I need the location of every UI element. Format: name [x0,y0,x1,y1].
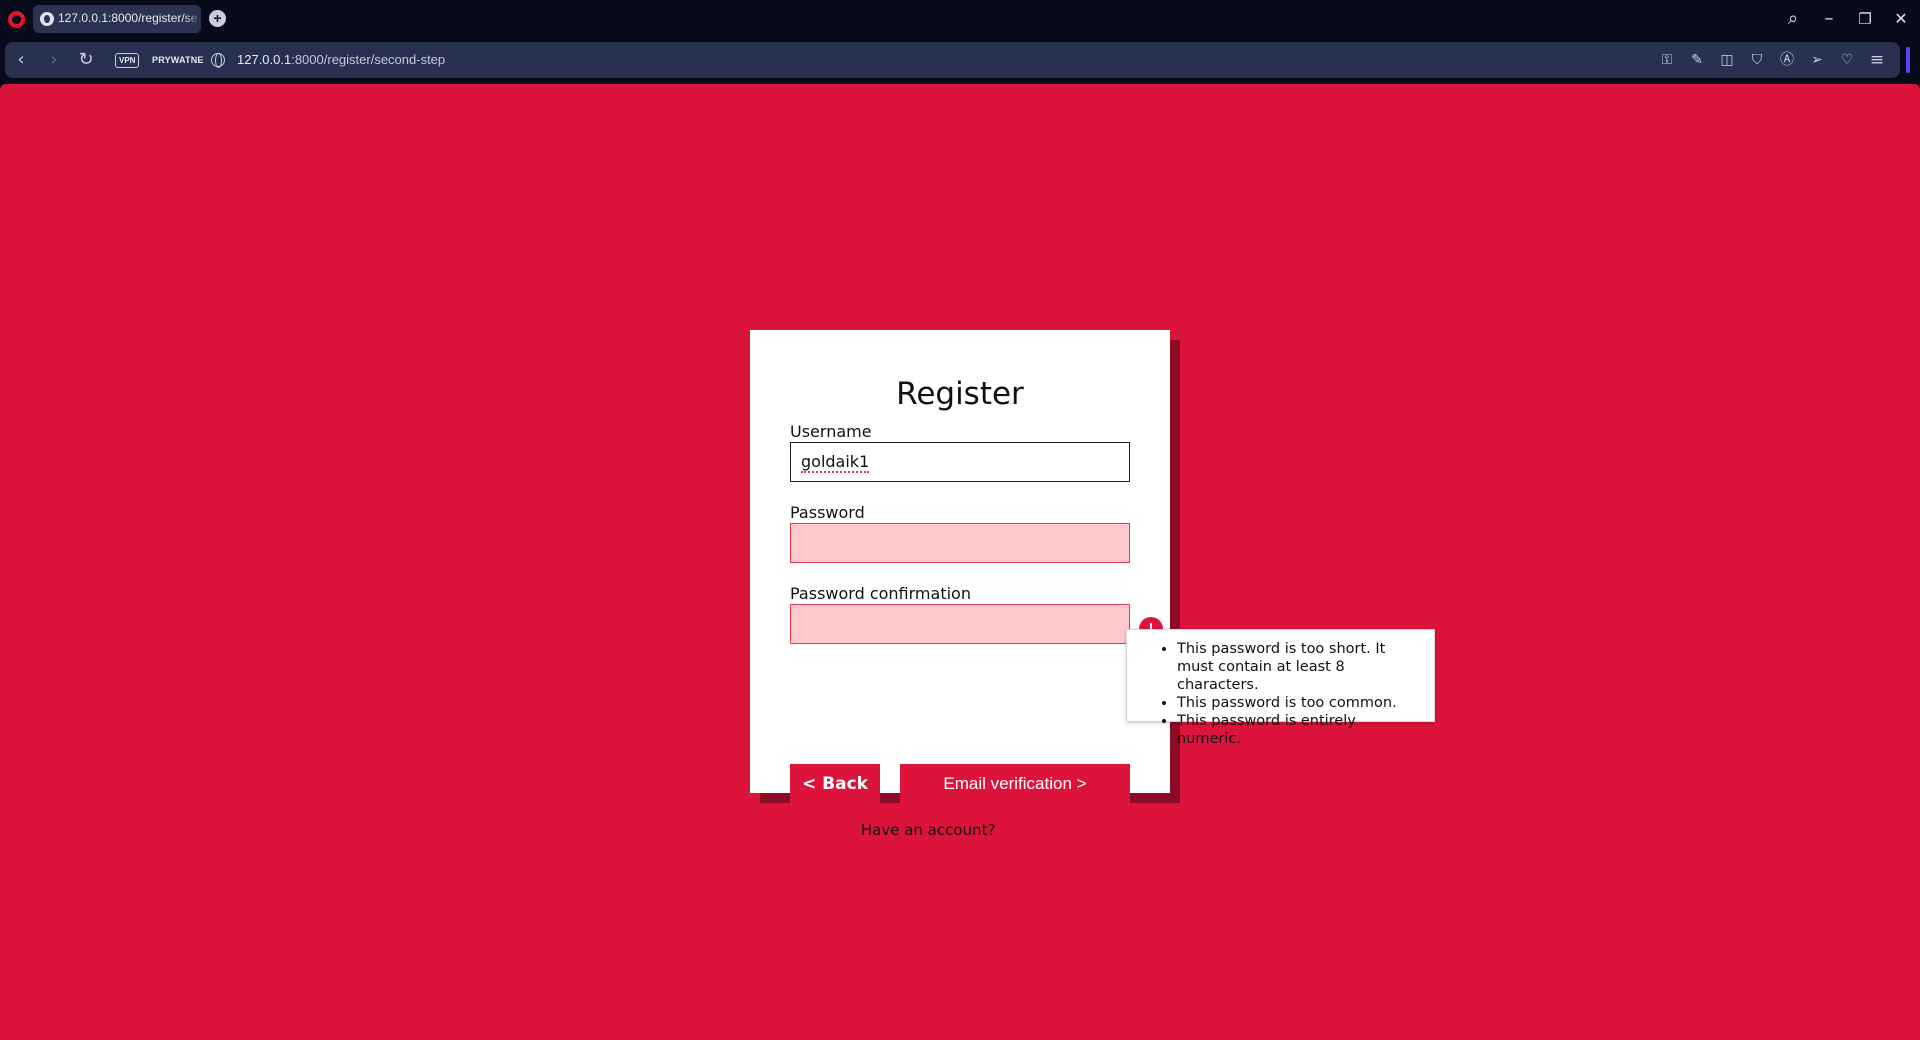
login-link[interactable]: Login in [1000,821,1059,839]
back-button[interactable]: < Back [790,764,880,804]
browser-title-bar: 127.0.0.1:8000/register/second-step + ⌕ … [0,0,1920,40]
error-item: This password is too common. [1177,694,1422,712]
login-prompt: Have an account? Login in [750,820,1170,840]
chevron-left-icon[interactable]: ‹ [11,50,31,70]
url-host: 127.0.0.1 [237,52,292,67]
send-icon[interactable]: ➢ [1808,51,1826,69]
username-field[interactable]: goldaik1 [790,442,1130,482]
username-label: Username [790,422,872,441]
search-icon[interactable]: ⌕ [1780,8,1806,30]
restore-icon[interactable]: ❐ [1852,8,1878,30]
password-confirmation-label: Password confirmation [790,584,971,603]
browser-toolbar: ‹ › ↻ VPN PRYWATNE 127.0.0.1:8000/regist… [0,40,1920,82]
plus-icon[interactable]: + [209,10,226,27]
shield-icon[interactable]: ⛉ [1748,51,1766,69]
address-bar: ‹ › ↻ VPN PRYWATNE 127.0.0.1:8000/regist… [5,42,1900,78]
error-item: This password is entirely numeric. [1177,712,1422,748]
reload-icon[interactable]: ↻ [76,50,96,70]
login-prompt-text: Have an account? [860,821,996,839]
page-viewport: Register Username goldaik1 Password Pass… [0,84,1920,1040]
error-list: This password is too short. It must cont… [1155,640,1422,748]
close-icon[interactable]: ✕ [1888,8,1914,30]
page-title: Register [896,376,1024,412]
tab-favicon-icon [40,12,54,26]
password-label: Password [790,503,865,522]
edit-icon[interactable]: ✎ [1688,51,1706,69]
globe-icon[interactable] [211,53,225,68]
password-error-tooltip: This password is too short. It must cont… [1126,629,1435,747]
password-confirmation-field[interactable]: ! [790,604,1163,644]
menu-icon[interactable]: ≡ [1868,51,1886,69]
username-value: goldaik1 [801,452,870,473]
translate-icon[interactable]: Ⓐ [1778,51,1796,69]
password-field[interactable] [790,523,1130,563]
tab-title: 127.0.0.1:8000/register/second-step [58,11,198,25]
key-icon[interactable]: ⚿ [1658,51,1676,69]
error-item: This password is too short. It must cont… [1177,640,1422,694]
tab-title-fade [185,5,201,33]
minimize-icon[interactable]: – [1816,8,1842,30]
register-card: Register Username goldaik1 Password Pass… [750,330,1170,839]
vpn-badge[interactable]: VPN [115,53,140,68]
email-verification-button[interactable]: Email verification > [900,764,1130,804]
browser-tab-active[interactable]: 127.0.0.1:8000/register/second-step [33,5,201,33]
heart-icon[interactable]: ♡ [1838,51,1856,69]
url-path: :8000/register/second-step [291,52,446,67]
chevron-right-icon[interactable]: › [44,50,64,70]
url-field[interactable]: 127.0.0.1:8000/register/second-step [237,52,445,68]
camera-icon[interactable]: ◫ [1718,51,1736,69]
private-mode-label: PRYWATNE [152,55,204,65]
sidebar-handle[interactable] [1906,47,1910,73]
opera-logo-icon[interactable] [8,11,25,28]
